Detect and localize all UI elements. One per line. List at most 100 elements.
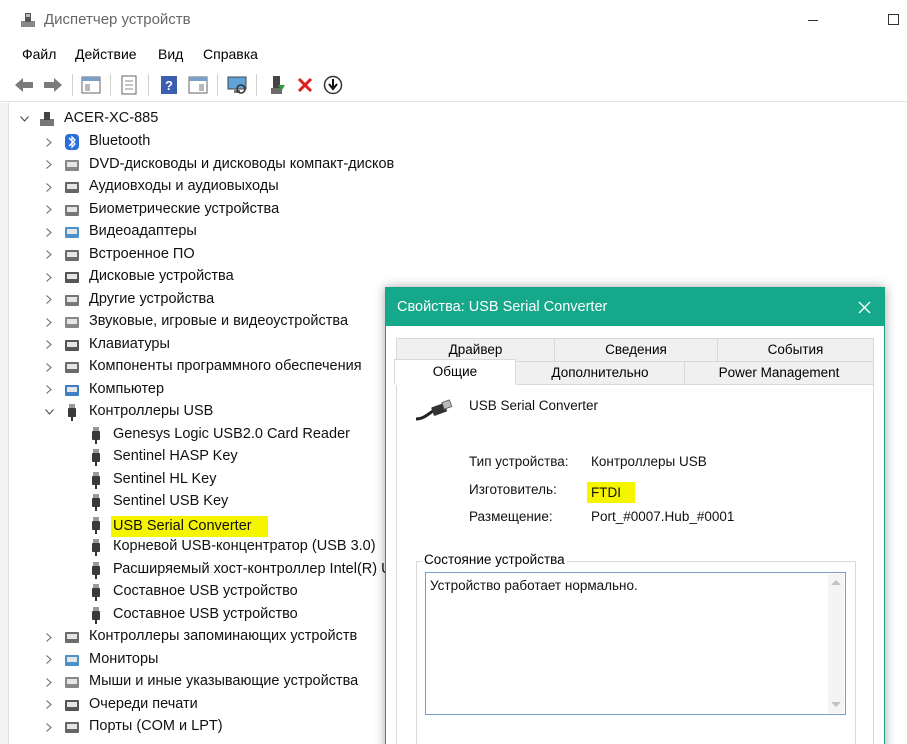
close-icon[interactable] (858, 301, 871, 314)
tree-category-label: Очереди печати (89, 695, 198, 712)
scroll-down-arrow-icon[interactable] (831, 702, 841, 707)
chevron-right-icon[interactable] (44, 137, 54, 147)
chevron-right-icon[interactable] (44, 250, 54, 260)
tab-events[interactable]: События (717, 338, 874, 362)
chevron-right-icon[interactable] (44, 182, 54, 192)
general-tab-panel: USB Serial Converter Тип устройства: Кон… (396, 384, 874, 744)
dialog-title-bar: Свойства: USB Serial Converter (386, 288, 884, 326)
update-driver-icon[interactable] (266, 74, 288, 96)
menu-action[interactable]: Действие (75, 46, 137, 62)
tree-usb-device[interactable]: Составное USB устройство (0, 604, 385, 626)
console-tree-icon[interactable] (80, 74, 102, 96)
chevron-right-icon[interactable] (44, 340, 54, 350)
minimize-button[interactable] (808, 20, 818, 21)
device-category-icon (63, 313, 81, 331)
device-manager-icon (21, 13, 35, 27)
tree-category[interactable]: Порты (COM и LPT) (0, 716, 385, 738)
chevron-right-icon[interactable] (44, 655, 54, 665)
tree-usb-device[interactable]: Sentinel USB Key (0, 491, 385, 513)
device-category-icon (63, 156, 81, 174)
tree-category[interactable]: Bluetooth (0, 131, 385, 153)
tree-category[interactable]: Мониторы (0, 649, 385, 671)
menu-help[interactable]: Справка (203, 46, 258, 62)
device-category-icon (63, 291, 81, 309)
title-bar: Диспетчер устройств (0, 0, 907, 40)
tree-category-label: DVD-дисководы и дисководы компакт-дисков (89, 155, 395, 172)
chevron-right-icon[interactable] (44, 362, 54, 372)
chevron-down-icon[interactable] (44, 407, 54, 417)
tree-usb-device[interactable]: Корневой USB-концентратор (USB 3.0) (0, 536, 385, 558)
tree-category-label: Встроенное ПО (89, 245, 195, 262)
status-textbox[interactable]: Устройство работает нормально. (425, 572, 846, 715)
device-category-icon (63, 718, 81, 736)
tree-usb-device-label: Составное USB устройство (113, 605, 298, 622)
tree-usb-device-label: Корневой USB-концентратор (USB 3.0) (113, 538, 376, 554)
chevron-right-icon[interactable] (44, 632, 54, 642)
tree-category[interactable]: Контроллеры USB (0, 401, 385, 423)
download-icon[interactable] (322, 74, 344, 96)
usb-icon (63, 403, 81, 421)
tree-category[interactable]: Биометрические устройства (0, 199, 385, 221)
chevron-right-icon[interactable] (44, 295, 54, 305)
tree-category[interactable]: Другие устройства (0, 289, 385, 311)
tree-category[interactable]: Дисковые устройства (0, 266, 385, 288)
svg-text:?: ? (165, 78, 173, 93)
usb-cable-icon (415, 399, 453, 421)
device-category-icon (63, 336, 81, 354)
tree-category[interactable]: Видеоадаптеры (0, 221, 385, 243)
chevron-right-icon[interactable] (44, 385, 54, 395)
chevron-right-icon[interactable] (44, 160, 54, 170)
tree-category[interactable]: Контроллеры запоминающих устройств (0, 626, 385, 648)
menu-file[interactable]: Файл (22, 46, 56, 62)
tab-general[interactable]: Общие (394, 359, 516, 385)
menu-view[interactable]: Вид (158, 46, 183, 62)
properties-icon[interactable] (118, 74, 140, 96)
tree-usb-device[interactable]: Sentinel HASP Key (0, 446, 385, 468)
tree-root[interactable]: ACER-XC-885 (0, 108, 380, 130)
menu-bar: Файл Действие Вид Справка (0, 42, 907, 68)
uninstall-x-icon[interactable] (294, 74, 316, 96)
device-category-icon (63, 223, 81, 241)
tree-category[interactable]: Звуковые, игровые и видеоустройства (0, 311, 385, 333)
chevron-right-icon[interactable] (44, 272, 54, 282)
maximize-button[interactable] (888, 14, 899, 25)
tree-category[interactable]: Компоненты программного обеспечения (0, 356, 385, 378)
chevron-right-icon[interactable] (44, 677, 54, 687)
status-group-label: Состояние устройства (422, 552, 567, 567)
window-title: Диспетчер устройств (44, 11, 191, 28)
tree-category[interactable]: Очереди печати (0, 694, 385, 716)
tree-category[interactable]: Клавиатуры (0, 334, 385, 356)
chevron-right-icon[interactable] (44, 317, 54, 327)
scan-hardware-icon[interactable] (226, 74, 248, 96)
chevron-down-icon[interactable] (19, 114, 29, 124)
tree-category[interactable]: Мыши и иные указывающие устройства (0, 671, 385, 693)
tree-usb-device[interactable]: Составное USB устройство (0, 581, 385, 603)
chevron-right-icon[interactable] (44, 205, 54, 215)
tree-usb-device-label: Genesys Logic USB2.0 Card Reader (113, 425, 350, 442)
tree-usb-device[interactable]: Genesys Logic USB2.0 Card Reader (0, 424, 385, 446)
help-icon[interactable]: ? (158, 74, 180, 96)
back-arrow-icon[interactable] (13, 74, 35, 96)
tree-usb-device[interactable]: Расширяемый хост-контроллер Intel(R) U (0, 559, 392, 581)
show-hidden-icon[interactable] (187, 74, 209, 96)
tree-category-label: Компоненты программного обеспечения (89, 358, 362, 374)
forward-arrow-icon[interactable] (42, 74, 64, 96)
tree-usb-device[interactable]: Sentinel HL Key (0, 469, 385, 491)
tab-advanced[interactable]: Дополнительно (515, 361, 685, 385)
status-scrollbar[interactable] (828, 574, 844, 713)
tree-usb-device[interactable]: USB Serial Converter (0, 514, 385, 537)
chevron-right-icon[interactable] (44, 700, 54, 710)
tab-power-management[interactable]: Power Management (684, 361, 874, 385)
tree-category[interactable]: Встроенное ПО (0, 244, 385, 266)
tree-category-label: Мониторы (89, 650, 159, 667)
tree-category-label: Компьютер (89, 380, 165, 397)
scroll-up-arrow-icon[interactable] (831, 580, 841, 585)
device-category-icon (63, 358, 81, 376)
tree-category[interactable]: Аудиовходы и аудиовыходы (0, 176, 385, 198)
chevron-right-icon[interactable] (44, 227, 54, 237)
tree-usb-device-label: Sentinel HL Key (113, 470, 217, 487)
chevron-right-icon[interactable] (44, 722, 54, 732)
tree-category[interactable]: Компьютер (0, 379, 385, 401)
tree-category[interactable]: DVD-дисководы и дисководы компакт-дисков (0, 154, 394, 176)
tab-details[interactable]: Сведения (554, 338, 718, 362)
